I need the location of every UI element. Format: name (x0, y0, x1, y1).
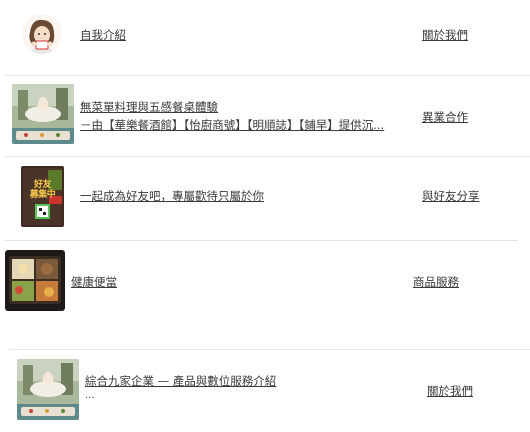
list-item[interactable]: 健康便當 商品服務 (0, 241, 530, 349)
list-item[interactable]: 好友 募集中 一起成為好友吧，專屬歡待只屬於你 與好友分享 (0, 157, 530, 240)
item-title[interactable]: 健康便當 (71, 274, 117, 290)
item-title[interactable]: 無菜單料理與五感餐桌體驗 (80, 99, 218, 115)
item-action-link[interactable]: 商品服務 (413, 274, 459, 290)
thumbnail-image (12, 84, 74, 144)
item-action-link[interactable]: 關於我們 (427, 383, 473, 399)
item-action-link[interactable]: 異業合作 (422, 109, 468, 125)
item-title[interactable]: 自我介紹 (80, 27, 126, 43)
thumbnail-image (17, 359, 79, 420)
item-title[interactable]: 綜合九家企業 — 產品與數位服務介紹 (85, 373, 276, 389)
list-item[interactable]: 無菜單料理與五感餐桌體驗 －由【華樂餐酒館】【怡廚商號】【明順誌】【鋪早】提供沉… (0, 76, 530, 156)
item-subtitle[interactable]: －由【華樂餐酒館】【怡廚商號】【明順誌】【鋪早】提供沉... (80, 117, 398, 133)
avatar (22, 14, 62, 54)
item-action-link[interactable]: 與好友分享 (422, 188, 480, 204)
poster-text: 好友 募集中 (29, 180, 56, 200)
item-title[interactable]: 一起成為好友吧，專屬歡待只屬於你 (80, 188, 264, 204)
poster-image: 好友 募集中 (21, 166, 64, 227)
item-action-link[interactable]: 關於我們 (422, 27, 468, 43)
thumbnail-image (5, 250, 65, 311)
list-item[interactable]: 自我介紹 關於我們 (0, 0, 530, 75)
item-subtitle: ... (85, 390, 95, 401)
list-item[interactable]: 綜合九家企業 — 產品與數位服務介紹 ... 關於我們 (0, 350, 530, 432)
